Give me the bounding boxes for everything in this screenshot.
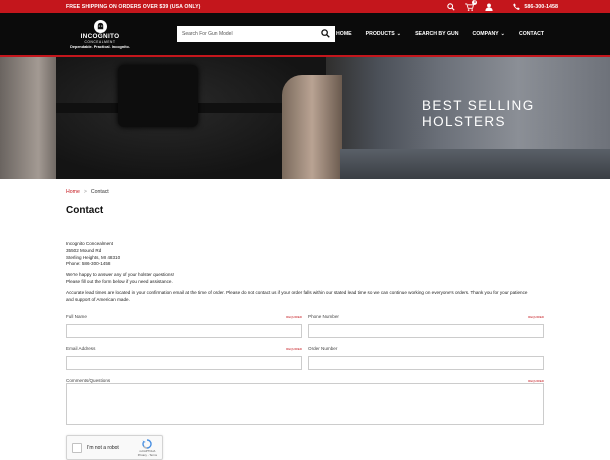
hero-banner[interactable]: BEST SELLING HOLSTERS: [0, 57, 610, 179]
cart-icon[interactable]: 0: [465, 0, 478, 11]
required-indicator: REQUIRED: [528, 315, 544, 320]
main-navigation: HOME PRODUCTS ⌄ SEARCH BY GUN COMPANY ⌄ CO…: [336, 31, 544, 37]
comments-field: Comments/Questions REQUIRED: [66, 374, 544, 426]
recaptcha-label: I'm not a robot: [87, 444, 119, 451]
address-line-1: 35502 Mound Rd: [66, 247, 102, 253]
help-text-2: Please fill out the form below if you ne…: [66, 278, 173, 284]
hero-title: BEST SELLING HOLSTERS: [422, 98, 535, 129]
comments-label: Comments/Questions: [66, 378, 111, 384]
required-indicator: REQUIRED: [528, 379, 544, 384]
nav-company[interactable]: COMPANY ⌄: [473, 31, 506, 37]
email-field: Email Address REQUIRED: [66, 342, 302, 371]
hero-image-hand: [282, 75, 342, 179]
help-text-1: We're happy to answer any of your holste…: [66, 272, 175, 278]
logo-subtitle: CONCEALMENT: [84, 39, 116, 44]
nav-products[interactable]: PRODUCTS ⌄: [366, 31, 401, 37]
phone-number: 586-300-1458: [524, 3, 558, 10]
phone-number-label: Phone Number: [308, 314, 339, 320]
site-header: INCOGNITO CONCEALMENT Dependable. Practi…: [0, 13, 610, 57]
comments-textarea[interactable]: [66, 383, 544, 426]
email-label: Email Address: [66, 346, 96, 352]
full-name-field: Full Name REQUIRED: [66, 310, 302, 339]
required-indicator: REQUIRED: [286, 347, 302, 352]
phone-number-input[interactable]: [308, 324, 544, 339]
hero-image-background: [340, 149, 610, 179]
phone-number-field: Phone Number REQUIRED: [308, 310, 544, 339]
contact-form: Full Name REQUIRED Phone Number REQUIRED E…: [66, 310, 544, 429]
cart-count-badge: 0: [472, 0, 478, 5]
logo-emblem-icon: [93, 19, 107, 33]
recaptcha-widget: I'm not a robot reCAPTCHA Privacy - Term…: [66, 435, 163, 460]
nav-contact[interactable]: CONTACT: [519, 31, 544, 37]
logo-tagline: Dependable. Practical. Incognito.: [70, 44, 130, 49]
lead-time-notice: Accurate lead times are located in your …: [66, 289, 528, 302]
chevron-down-icon: ⌄: [500, 31, 506, 37]
gun-model-search: [177, 26, 335, 42]
search-icon[interactable]: [446, 2, 455, 11]
breadcrumb-separator: >: [83, 189, 87, 195]
phone-link[interactable]: 586-300-1458: [513, 3, 558, 10]
contact-phone: Phone: 586-300-1458: [66, 261, 111, 267]
page-title: Contact: [66, 205, 104, 216]
recaptcha-logo: reCAPTCHA Privacy - Terms: [138, 439, 157, 457]
hero-image-arm: [0, 57, 64, 179]
site-logo[interactable]: INCOGNITO CONCEALMENT Dependable. Practi…: [66, 19, 134, 49]
breadcrumb: Home > Contact: [66, 189, 544, 195]
recaptcha-icon: [142, 439, 153, 449]
main-content: Home > Contact Contact Incognito Conceal…: [0, 179, 610, 460]
full-name-label: Full Name: [66, 314, 87, 320]
nav-home[interactable]: HOME: [336, 31, 352, 37]
top-announcement-bar: FREE SHIPPING ON ORDERS OVER $39 (USA ON…: [0, 0, 610, 13]
order-number-label: Order Number: [308, 346, 338, 352]
search-input[interactable]: [182, 31, 321, 37]
phone-icon: [513, 3, 521, 10]
top-utility-links: 0 586-300-1458: [446, 0, 558, 11]
full-name-input[interactable]: [66, 324, 302, 339]
email-input[interactable]: [66, 356, 302, 371]
company-name: Incognito Concealment: [66, 241, 113, 246]
contact-info: Incognito Concealment 35502 Mound Rd Ste…: [66, 241, 544, 303]
chevron-down-icon: ⌄: [396, 31, 402, 37]
required-indicator: REQUIRED: [286, 315, 302, 320]
account-user-icon[interactable]: [484, 2, 493, 11]
order-number-input[interactable]: [308, 356, 544, 371]
recaptcha-links[interactable]: Privacy - Terms: [138, 453, 157, 457]
nav-search-by-gun[interactable]: SEARCH BY GUN: [415, 31, 458, 37]
search-submit-icon[interactable]: [321, 25, 330, 43]
hero-image-holster: [118, 65, 198, 127]
shipping-banner-text: FREE SHIPPING ON ORDERS OVER $39 (USA ON…: [66, 3, 201, 10]
address-line-2: Sterling Heights, MI 48310: [66, 254, 121, 260]
recaptcha-checkbox[interactable]: [72, 442, 82, 453]
breadcrumb-home-link[interactable]: Home: [66, 189, 80, 195]
order-number-field: Order Number: [308, 342, 544, 371]
breadcrumb-current: Contact: [90, 189, 109, 195]
